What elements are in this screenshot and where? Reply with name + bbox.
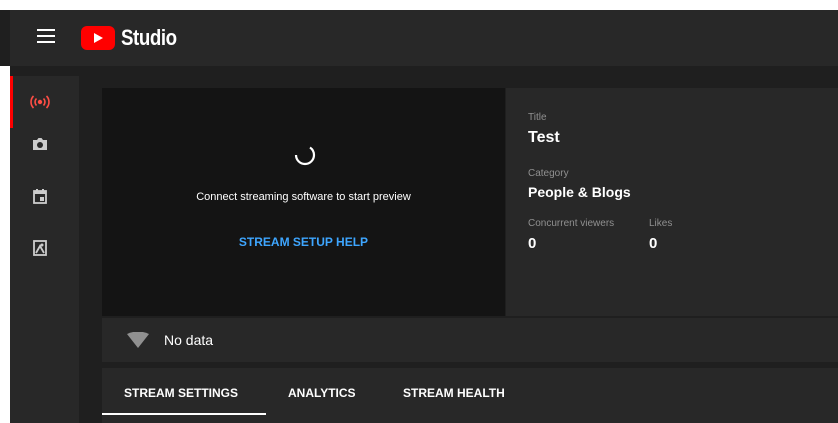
- youtube-logo-icon: [80, 26, 116, 50]
- stream-preview: Connect streaming software to start prev…: [102, 88, 505, 316]
- title-value: Test: [528, 129, 560, 146]
- tab-stream-settings[interactable]: STREAM SETTINGS: [124, 368, 238, 418]
- concurrent-viewers-value: 0: [528, 235, 537, 252]
- likes-label: Likes: [649, 218, 673, 229]
- tab-bar: STREAM SETTINGS ANALYTICS STREAM HEALTH: [102, 368, 838, 423]
- loading-spinner-icon: [291, 141, 319, 169]
- menu-button[interactable]: [26, 18, 66, 58]
- logo-text: Studio: [121, 25, 177, 50]
- hamburger-icon: [37, 28, 55, 48]
- status-text: No data: [164, 332, 214, 348]
- stream-info-panel: Title Test Category People & Blogs Concu…: [506, 88, 838, 316]
- studio-logo[interactable]: Studio: [80, 25, 186, 51]
- signal-icon: [126, 331, 150, 348]
- app-header: Studio: [10, 10, 838, 66]
- sidebar-item-manage[interactable]: [10, 222, 79, 274]
- left-edge: [0, 66, 10, 423]
- tab-stream-health[interactable]: STREAM HEALTH: [403, 368, 505, 418]
- tab-analytics[interactable]: ANALYTICS: [288, 368, 356, 418]
- concurrent-viewers-label: Concurrent viewers: [528, 218, 615, 229]
- sidebar: [10, 76, 79, 423]
- likes-value: 0: [649, 235, 658, 252]
- stream-setup-help-link[interactable]: STREAM SETUP HELP: [102, 235, 505, 249]
- manage-icon: [30, 238, 50, 258]
- selected-tab-indicator: [102, 413, 266, 415]
- title-label: Title: [528, 112, 547, 123]
- preview-message: Connect streaming software to start prev…: [196, 191, 411, 203]
- camera-icon: [30, 134, 50, 154]
- sidebar-item-camera[interactable]: [10, 118, 79, 170]
- live-icon: [30, 92, 50, 112]
- top-strip: [0, 0, 838, 10]
- sidebar-item-calendar[interactable]: [10, 170, 79, 222]
- category-value: People & Blogs: [528, 184, 631, 200]
- stream-status-bar: No data: [102, 318, 838, 362]
- calendar-icon: [30, 186, 50, 206]
- category-label: Category: [528, 168, 569, 179]
